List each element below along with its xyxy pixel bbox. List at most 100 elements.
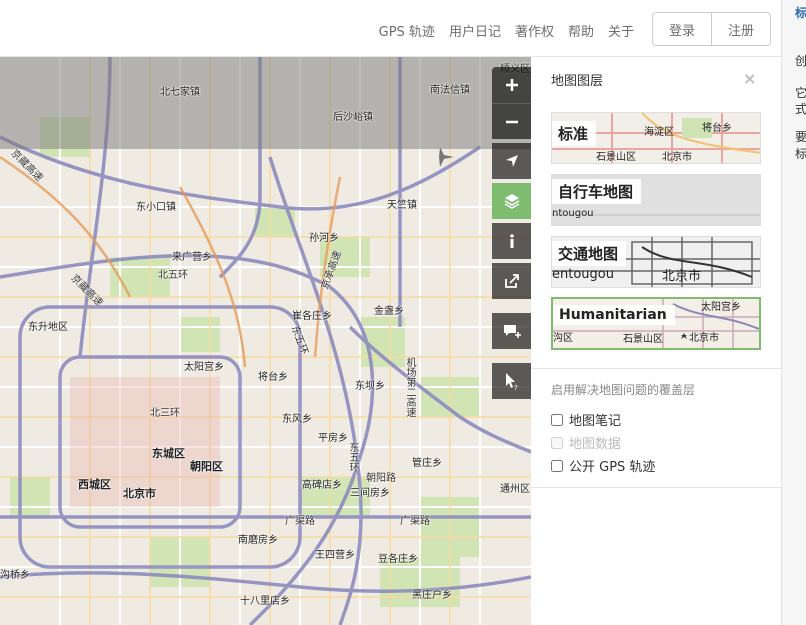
map-label: 太阳宫乡 (184, 362, 224, 373)
locate-button[interactable] (492, 143, 531, 179)
location-arrow-icon (505, 155, 518, 167)
map-data-checkbox (551, 436, 563, 449)
map-label: 将台乡 (258, 372, 288, 383)
nav-gps-traces[interactable]: GPS 轨迹 (379, 21, 435, 40)
add-note-button[interactable] (492, 313, 531, 349)
overlay-map-data: 地图数据 (551, 433, 621, 452)
nav-user-diaries[interactable]: 用户日记 (449, 21, 501, 40)
query-features-button[interactable]: ? (492, 363, 531, 399)
layer-name: Humanitarian (553, 305, 675, 325)
gps-checkbox[interactable] (551, 459, 563, 472)
map-label: 北五环 (158, 270, 188, 281)
map-canvas[interactable]: 顺义区 北七家镇 后沙峪镇 南法信镇 京藏高速 东小口镇 天竺镇 孙河乡 京承高… (0, 57, 531, 625)
nav-about[interactable]: 关于 (608, 21, 634, 40)
tile-place-label: ntougou (552, 208, 594, 219)
header: GPS 轨迹 用户日记 著作权 帮助 关于 登录 注册 (0, 0, 781, 57)
svg-text:?: ? (514, 384, 518, 390)
nav-copyright[interactable]: 著作权 (515, 21, 554, 40)
map-label: 沟桥乡 (0, 570, 30, 581)
map-label: 北三环 (150, 408, 180, 419)
share-button[interactable] (492, 263, 531, 299)
map-label: 金盏乡 (374, 306, 404, 317)
tile-place-label: 北京市 (662, 152, 692, 163)
auth-buttons: 登录 注册 (652, 12, 771, 46)
map-label: 东小口镇 (136, 202, 176, 213)
sidebar-fragment: 式 (795, 102, 806, 116)
sidebar-fragment: 标 (795, 147, 806, 161)
layer-name: 交通地图 (552, 241, 627, 266)
map-controls: ? (492, 67, 531, 399)
map-label: 南磨房乡 (238, 535, 278, 546)
map-label: 北七家镇 (160, 87, 200, 98)
overlay-gps[interactable]: 公开 GPS 轨迹 (551, 456, 655, 475)
map-label: 东升地区 (28, 322, 68, 333)
zoom-out-button[interactable] (492, 103, 531, 139)
close-icon[interactable]: × (743, 69, 756, 88)
map-label: 通州区 (500, 484, 530, 495)
tile-place-label: 石景山区 (596, 152, 636, 163)
map-label: 王四营乡 (315, 550, 355, 561)
notes-checkbox[interactable] (551, 413, 563, 426)
layer-name: 自行车地图 (552, 179, 642, 204)
main-nav: GPS 轨迹 用户日记 著作权 帮助 关于 (379, 21, 634, 40)
divider (531, 368, 781, 369)
map-label: 天竺镇 (387, 200, 417, 211)
panel-title: 地图图层 (551, 74, 604, 89)
map-label: 广渠路 (285, 516, 315, 527)
tile-place-label: 北京市 (689, 333, 719, 344)
map-label: 黑庄户乡 (412, 590, 452, 601)
plus-icon (505, 79, 518, 91)
sidebar-fragment: 要 (795, 130, 806, 144)
overlay-label: 地图笔记 (569, 414, 622, 429)
zoom-in-button[interactable] (492, 67, 531, 103)
map-label: 东五环 (347, 442, 358, 472)
sidebar-fragment: 标 (795, 6, 806, 20)
map-label: 东城区 (152, 447, 185, 460)
map-label: 东风乡 (282, 414, 312, 425)
tile-place-label: 将台乡 (702, 123, 732, 134)
map-label: 来广营乡 (172, 252, 212, 263)
map-label: 孙河乡 (309, 233, 339, 244)
divider (531, 487, 781, 488)
minus-icon (505, 120, 518, 123)
tile-place-label: 北京市 (662, 269, 702, 284)
overlay-heading: 启用解决地图问题的覆盖层 (551, 383, 696, 397)
tile-place-label: 太阳宫乡 (701, 302, 741, 313)
overlay-notes[interactable]: 地图笔记 (551, 410, 621, 429)
tile-place-label: 石景山区 (623, 334, 663, 345)
share-icon (504, 274, 519, 288)
sidebar-fragment: 它 (795, 86, 806, 100)
signup-button[interactable]: 注册 (711, 13, 770, 45)
map-label: 管庄乡 (412, 458, 442, 469)
layers-panel: 地图图层 × 海淀区 将台乡 石景山区 北京市 标准 ntougou 自行车地图… (531, 57, 781, 625)
layer-humanitarian[interactable]: 太阳宫乡 沟区 石景山区 北京市 Humanitarian (551, 297, 761, 350)
map-key-button[interactable] (492, 223, 531, 259)
map-label: 高碑店乡 (302, 480, 342, 491)
layer-standard[interactable]: 海淀区 将台乡 石景山区 北京市 标准 (551, 112, 761, 164)
layer-cycle[interactable]: ntougou 自行车地图 (551, 174, 761, 226)
map-label: 豆各庄乡 (378, 554, 418, 565)
map-label: 后沙峪镇 (333, 112, 373, 123)
tile-place-label: entougou (552, 267, 614, 282)
layers-button[interactable] (492, 183, 531, 219)
cursor-question-icon: ? (505, 373, 518, 390)
map-label: 三间房乡 (350, 488, 390, 499)
map-label: 崔各庄乡 (292, 311, 332, 322)
layer-transport[interactable]: 北京市 entougou 交通地图 (551, 236, 761, 288)
map-label: 十八里店乡 (240, 596, 290, 607)
map-label: 朝阳区 (190, 460, 223, 473)
map-label: 西城区 (78, 478, 111, 491)
login-button[interactable]: 登录 (653, 13, 711, 45)
tile-place-label: 沟区 (553, 333, 573, 344)
overlay-label: 公开 GPS 轨迹 (569, 460, 656, 475)
overlay-label: 地图数据 (569, 437, 622, 452)
map-label: 机场第二高速 (404, 357, 415, 417)
layers-icon (504, 194, 519, 209)
map-label: 南法信镇 (430, 85, 470, 96)
map-label: 平房乡 (318, 433, 348, 444)
clipped-sidebar: 标 创 它 式 要 标 (781, 0, 806, 625)
info-icon (509, 234, 514, 248)
map-label: 广渠路 (400, 516, 430, 527)
tile-place-label: 海淀区 (644, 127, 674, 138)
nav-help[interactable]: 帮助 (568, 21, 594, 40)
